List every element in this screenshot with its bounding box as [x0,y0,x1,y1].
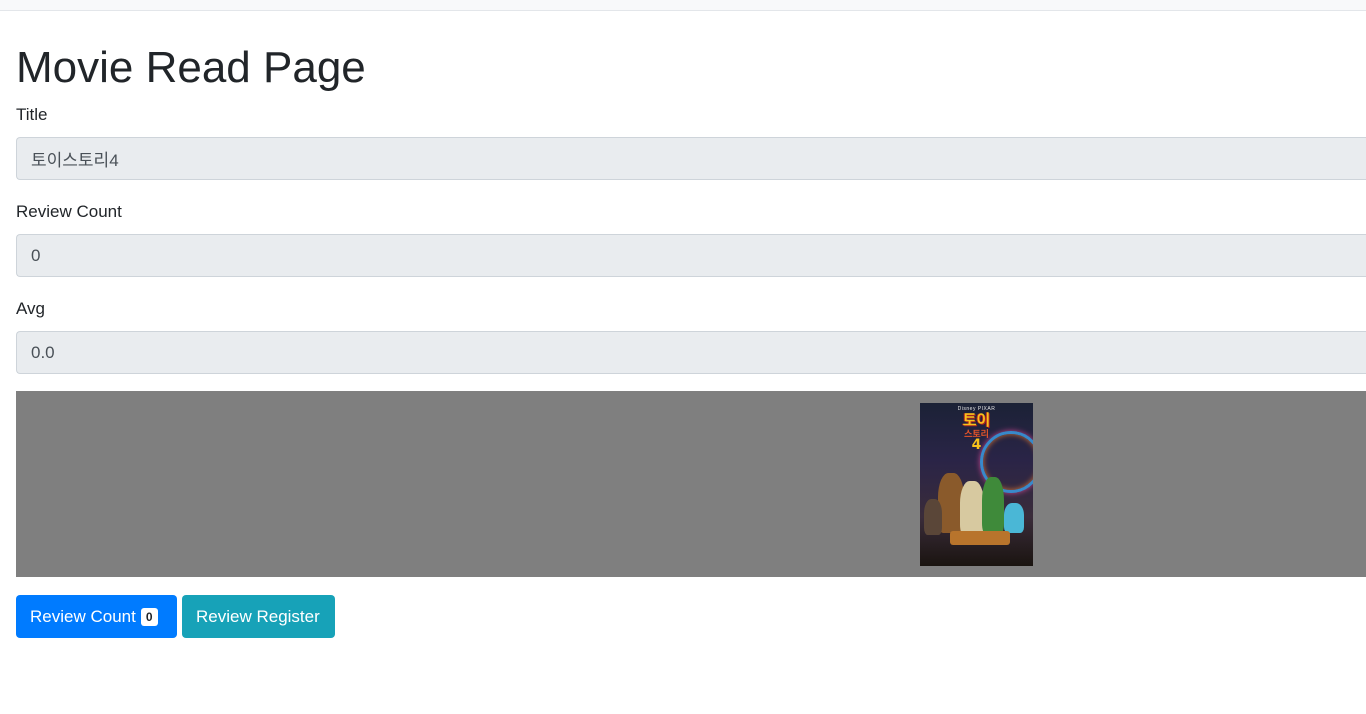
top-navbar [0,0,1366,11]
movie-poster-image[interactable]: Disney PIXAR 토이 스토리 4 [920,403,1033,566]
review-count-label: Review Count [16,202,122,221]
poster-character [982,477,1004,535]
poster-ground [950,531,1010,545]
poster-character [924,499,942,535]
avg-input[interactable] [16,331,1366,374]
review-count-button[interactable]: Review Count 0 [16,595,177,638]
poster-logo-line1: 토이 [962,411,991,429]
poster-character [1004,503,1024,533]
review-count-button-label: Review Count [30,606,136,626]
review-register-button-label: Review Register [196,606,320,626]
poster-list: Disney PIXAR 토이 스토리 4 [16,391,1366,577]
title-label: Title [16,105,48,124]
review-count-input[interactable] [16,234,1366,277]
title-input[interactable] [16,137,1366,180]
page-title: Movie Read Page [16,43,366,92]
poster-logo-number: 4 [971,437,982,453]
review-register-button[interactable]: Review Register [182,595,335,638]
review-count-badge: 0 [140,607,158,626]
poster-character [960,481,984,536]
avg-label: Avg [16,299,45,318]
